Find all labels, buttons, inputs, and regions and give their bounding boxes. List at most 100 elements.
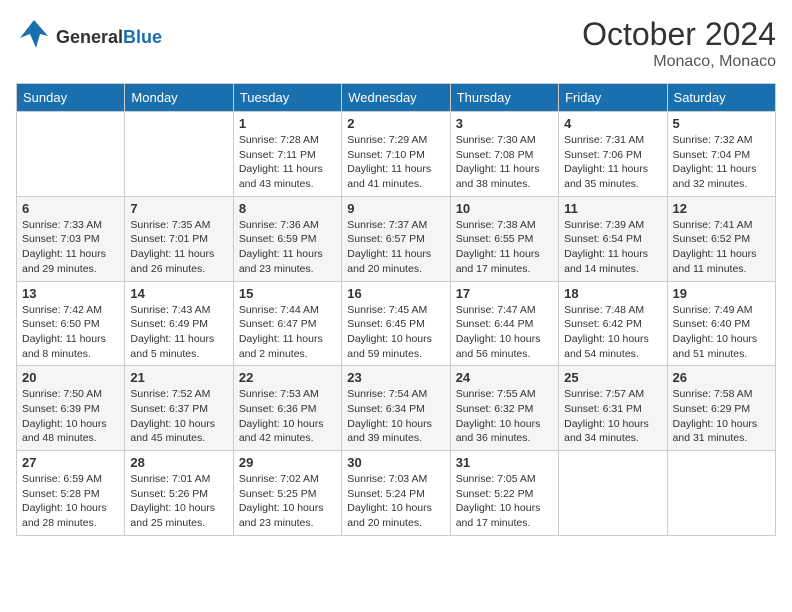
day-info: Sunrise: 7:38 AM Sunset: 6:55 PM Dayligh… — [456, 218, 553, 277]
day-number: 30 — [347, 455, 444, 470]
calendar-cell: 22 Sunrise: 7:53 AM Sunset: 6:36 PM Dayli… — [233, 366, 341, 451]
calendar-week-row: 6Sunrise: 7:33 AM Sunset: 7:03 PM Daylig… — [17, 196, 776, 281]
day-number: 23 — [347, 370, 444, 385]
calendar-week-row: 27Sunrise: 6:59 AM Sunset: 5:28 PM Dayli… — [17, 451, 776, 536]
day-number: 26 — [673, 370, 770, 385]
day-number: 15 — [239, 286, 336, 301]
day-info: Sunrise: 7:53 AM Sunset: 6:36 PM Dayligh… — [239, 387, 336, 446]
calendar-body: 1Sunrise: 7:28 AM Sunset: 7:11 PM Daylig… — [17, 112, 776, 536]
logo-blue-text: Blue — [123, 27, 162, 47]
calendar-table: SundayMondayTuesdayWednesdayThursdayFrid… — [16, 83, 776, 536]
calendar-cell: 1Sunrise: 7:28 AM Sunset: 7:11 PM Daylig… — [233, 112, 341, 197]
day-number: 28 — [130, 455, 227, 470]
weekday-header-cell: Monday — [125, 84, 233, 112]
day-info: Sunrise: 7:36 AM Sunset: 6:59 PM Dayligh… — [239, 218, 336, 277]
weekday-header-cell: Tuesday — [233, 84, 341, 112]
calendar-cell: 5 Sunrise: 7:32 AM Sunset: 7:04 PM Daylig… — [667, 112, 775, 197]
day-info: Sunrise: 7:37 AM Sunset: 6:57 PM Dayligh… — [347, 218, 444, 277]
calendar-cell: 24 Sunrise: 7:55 AM Sunset: 6:32 PM Dayli… — [450, 366, 558, 451]
day-number: 9 — [347, 201, 444, 216]
calendar-cell — [125, 112, 233, 197]
logo-bird-icon — [16, 16, 52, 58]
calendar-cell: 20 Sunrise: 7:50 AM Sunset: 6:39 PM Dayli… — [17, 366, 125, 451]
location-title: Monaco, Monaco — [582, 53, 776, 71]
calendar-cell: 17 Sunrise: 7:47 AM Sunset: 6:44 PM Dayli… — [450, 281, 558, 366]
calendar-cell: 11 Sunrise: 7:39 AM Sunset: 6:54 PM Dayli… — [559, 196, 667, 281]
day-number: 27 — [22, 455, 119, 470]
calendar-cell: 8Sunrise: 7:36 AM Sunset: 6:59 PM Daylig… — [233, 196, 341, 281]
day-info: Sunrise: 7:28 AM Sunset: 7:11 PM Dayligh… — [239, 133, 336, 192]
logo-general-text: General — [56, 27, 123, 47]
logo: GeneralBlue — [16, 16, 162, 58]
calendar-cell: 6Sunrise: 7:33 AM Sunset: 7:03 PM Daylig… — [17, 196, 125, 281]
day-number: 14 — [130, 286, 227, 301]
day-info: Sunrise: 7:43 AM Sunset: 6:49 PM Dayligh… — [130, 303, 227, 362]
day-number: 16 — [347, 286, 444, 301]
weekday-header-cell: Wednesday — [342, 84, 450, 112]
day-info: Sunrise: 7:02 AM Sunset: 5:25 PM Dayligh… — [239, 472, 336, 531]
day-number: 24 — [456, 370, 553, 385]
calendar-cell: 25 Sunrise: 7:57 AM Sunset: 6:31 PM Dayli… — [559, 366, 667, 451]
day-info: Sunrise: 7:54 AM Sunset: 6:34 PM Dayligh… — [347, 387, 444, 446]
day-number: 17 — [456, 286, 553, 301]
day-number: 19 — [673, 286, 770, 301]
month-title: October 2024 — [582, 16, 776, 53]
day-info: Sunrise: 7:29 AM Sunset: 7:10 PM Dayligh… — [347, 133, 444, 192]
day-info: Sunrise: 7:48 AM Sunset: 6:42 PM Dayligh… — [564, 303, 661, 362]
day-info: Sunrise: 7:32 AM Sunset: 7:04 PM Dayligh… — [673, 133, 770, 192]
day-number: 5 — [673, 116, 770, 131]
calendar-cell: 7Sunrise: 7:35 AM Sunset: 7:01 PM Daylig… — [125, 196, 233, 281]
day-number: 2 — [347, 116, 444, 131]
day-info: Sunrise: 7:31 AM Sunset: 7:06 PM Dayligh… — [564, 133, 661, 192]
calendar-cell: 15Sunrise: 7:44 AM Sunset: 6:47 PM Dayli… — [233, 281, 341, 366]
calendar-cell — [17, 112, 125, 197]
calendar-cell: 10 Sunrise: 7:38 AM Sunset: 6:55 PM Dayli… — [450, 196, 558, 281]
day-info: Sunrise: 7:41 AM Sunset: 6:52 PM Dayligh… — [673, 218, 770, 277]
calendar-cell: 4 Sunrise: 7:31 AM Sunset: 7:06 PM Daylig… — [559, 112, 667, 197]
day-number: 11 — [564, 201, 661, 216]
day-info: Sunrise: 7:49 AM Sunset: 6:40 PM Dayligh… — [673, 303, 770, 362]
calendar-cell: 16 Sunrise: 7:45 AM Sunset: 6:45 PM Dayli… — [342, 281, 450, 366]
calendar-cell: 2 Sunrise: 7:29 AM Sunset: 7:10 PM Daylig… — [342, 112, 450, 197]
calendar-cell — [559, 451, 667, 536]
page-header: GeneralBlue October 2024 Monaco, Monaco — [16, 16, 776, 71]
calendar-cell: 28 Sunrise: 7:01 AM Sunset: 5:26 PM Dayli… — [125, 451, 233, 536]
calendar-cell: 19 Sunrise: 7:49 AM Sunset: 6:40 PM Dayli… — [667, 281, 775, 366]
calendar-cell: 14 Sunrise: 7:43 AM Sunset: 6:49 PM Dayli… — [125, 281, 233, 366]
day-info: Sunrise: 7:55 AM Sunset: 6:32 PM Dayligh… — [456, 387, 553, 446]
calendar-cell: 18Sunrise: 7:48 AM Sunset: 6:42 PM Dayli… — [559, 281, 667, 366]
weekday-header-cell: Friday — [559, 84, 667, 112]
day-info: Sunrise: 7:05 AM Sunset: 5:22 PM Dayligh… — [456, 472, 553, 531]
day-number: 29 — [239, 455, 336, 470]
day-number: 22 — [239, 370, 336, 385]
day-number: 21 — [130, 370, 227, 385]
weekday-header-cell: Thursday — [450, 84, 558, 112]
day-number: 6 — [22, 201, 119, 216]
day-number: 10 — [456, 201, 553, 216]
calendar-cell — [667, 451, 775, 536]
calendar-cell: 26 Sunrise: 7:58 AM Sunset: 6:29 PM Dayli… — [667, 366, 775, 451]
day-info: Sunrise: 7:03 AM Sunset: 5:24 PM Dayligh… — [347, 472, 444, 531]
day-info: Sunrise: 7:50 AM Sunset: 6:39 PM Dayligh… — [22, 387, 119, 446]
day-number: 20 — [22, 370, 119, 385]
day-info: Sunrise: 7:57 AM Sunset: 6:31 PM Dayligh… — [564, 387, 661, 446]
calendar-cell: 13 Sunrise: 7:42 AM Sunset: 6:50 PM Dayli… — [17, 281, 125, 366]
day-number: 31 — [456, 455, 553, 470]
day-info: Sunrise: 7:45 AM Sunset: 6:45 PM Dayligh… — [347, 303, 444, 362]
day-number: 13 — [22, 286, 119, 301]
calendar-cell: 27Sunrise: 6:59 AM Sunset: 5:28 PM Dayli… — [17, 451, 125, 536]
calendar-cell: 3Sunrise: 7:30 AM Sunset: 7:08 PM Daylig… — [450, 112, 558, 197]
day-info: Sunrise: 7:39 AM Sunset: 6:54 PM Dayligh… — [564, 218, 661, 277]
day-number: 12 — [673, 201, 770, 216]
day-info: Sunrise: 7:01 AM Sunset: 5:26 PM Dayligh… — [130, 472, 227, 531]
title-section: October 2024 Monaco, Monaco — [582, 16, 776, 71]
day-info: Sunrise: 7:58 AM Sunset: 6:29 PM Dayligh… — [673, 387, 770, 446]
calendar-cell: 9 Sunrise: 7:37 AM Sunset: 6:57 PM Daylig… — [342, 196, 450, 281]
day-info: Sunrise: 7:42 AM Sunset: 6:50 PM Dayligh… — [22, 303, 119, 362]
day-number: 25 — [564, 370, 661, 385]
day-info: Sunrise: 7:47 AM Sunset: 6:44 PM Dayligh… — [456, 303, 553, 362]
day-info: Sunrise: 7:30 AM Sunset: 7:08 PM Dayligh… — [456, 133, 553, 192]
calendar-week-row: 1Sunrise: 7:28 AM Sunset: 7:11 PM Daylig… — [17, 112, 776, 197]
weekday-header-cell: Sunday — [17, 84, 125, 112]
day-number: 4 — [564, 116, 661, 131]
